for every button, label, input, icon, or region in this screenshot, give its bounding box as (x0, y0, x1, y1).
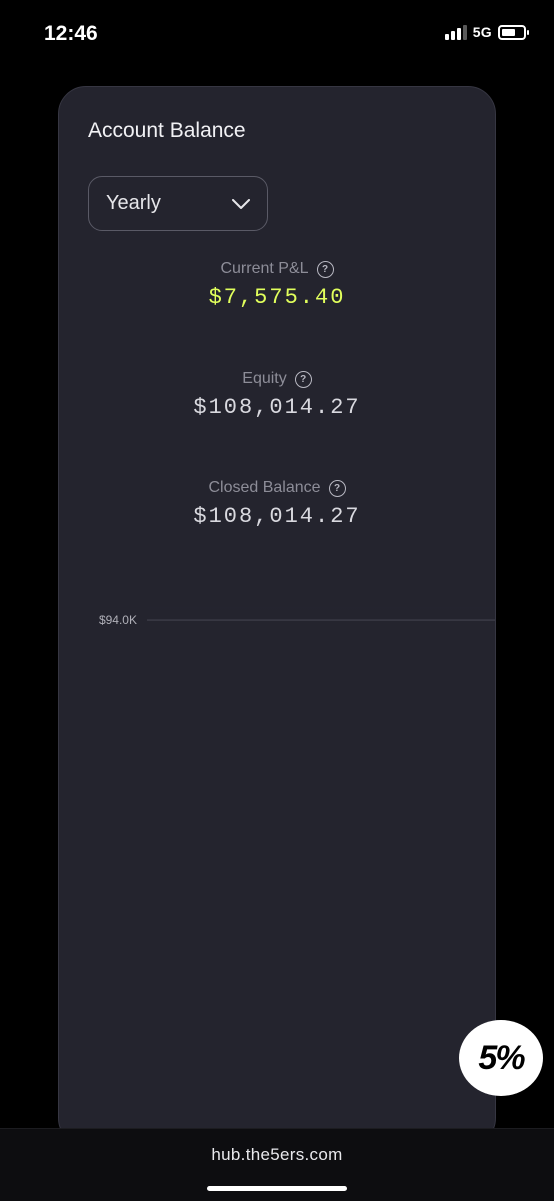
status-icons: 5G (444, 24, 529, 40)
status-time: 12:46 (44, 22, 98, 45)
signal-bar (444, 34, 449, 40)
stat-label: Closed Balance (208, 479, 321, 496)
status-bar: 12:46 5G (0, 0, 554, 70)
stat-closed-balance: Closed Balance ? $108,014.27 (59, 479, 495, 529)
help-icon[interactable]: ? (316, 260, 334, 278)
battery-fill (502, 28, 515, 36)
stat-equity: Equity ? $108,014.27 (59, 370, 495, 420)
balance-chart: $108.0K$106.0K$104.0K$102.0K$100.0K$98.0… (99, 607, 495, 627)
chevron-down-icon (232, 198, 250, 209)
period-dropdown-value: Yearly (106, 192, 161, 214)
account-balance-card: Account Balance Yearly Current P&L ? $7,… (58, 86, 496, 1146)
home-indicator[interactable] (207, 1186, 347, 1191)
browser-bar: hub.the5ers.com (0, 1128, 554, 1201)
help-icon[interactable]: ? (294, 370, 312, 388)
chart-area-fill (147, 607, 495, 620)
y-tick-label: $94.0K (99, 613, 137, 627)
battery-icon (498, 24, 529, 40)
help-icon[interactable]: ? (328, 479, 346, 497)
y-axis-labels: $108.0K$106.0K$104.0K$102.0K$100.0K$98.0… (99, 613, 137, 627)
stat-current-pnl: Current P&L ? $7,575.40 (59, 260, 495, 310)
logo-text: 5% (478, 1038, 525, 1077)
signal-bar (462, 25, 467, 40)
card-title: Account Balance (88, 119, 246, 142)
signal-bar (450, 31, 455, 40)
url-label[interactable]: hub.the5ers.com (0, 1145, 554, 1165)
the5ers-logo[interactable]: 5% (459, 1020, 543, 1096)
period-dropdown[interactable]: Yearly (88, 176, 268, 231)
stat-value: $108,014.27 (193, 504, 361, 529)
stat-label: Equity (242, 370, 287, 387)
stat-value: $7,575.40 (208, 285, 346, 310)
stat-label: Current P&L (220, 260, 309, 277)
network-label: 5G (472, 24, 492, 40)
signal-icon (444, 24, 467, 40)
stat-value: $108,014.27 (193, 395, 361, 420)
signal-bar (456, 28, 461, 40)
